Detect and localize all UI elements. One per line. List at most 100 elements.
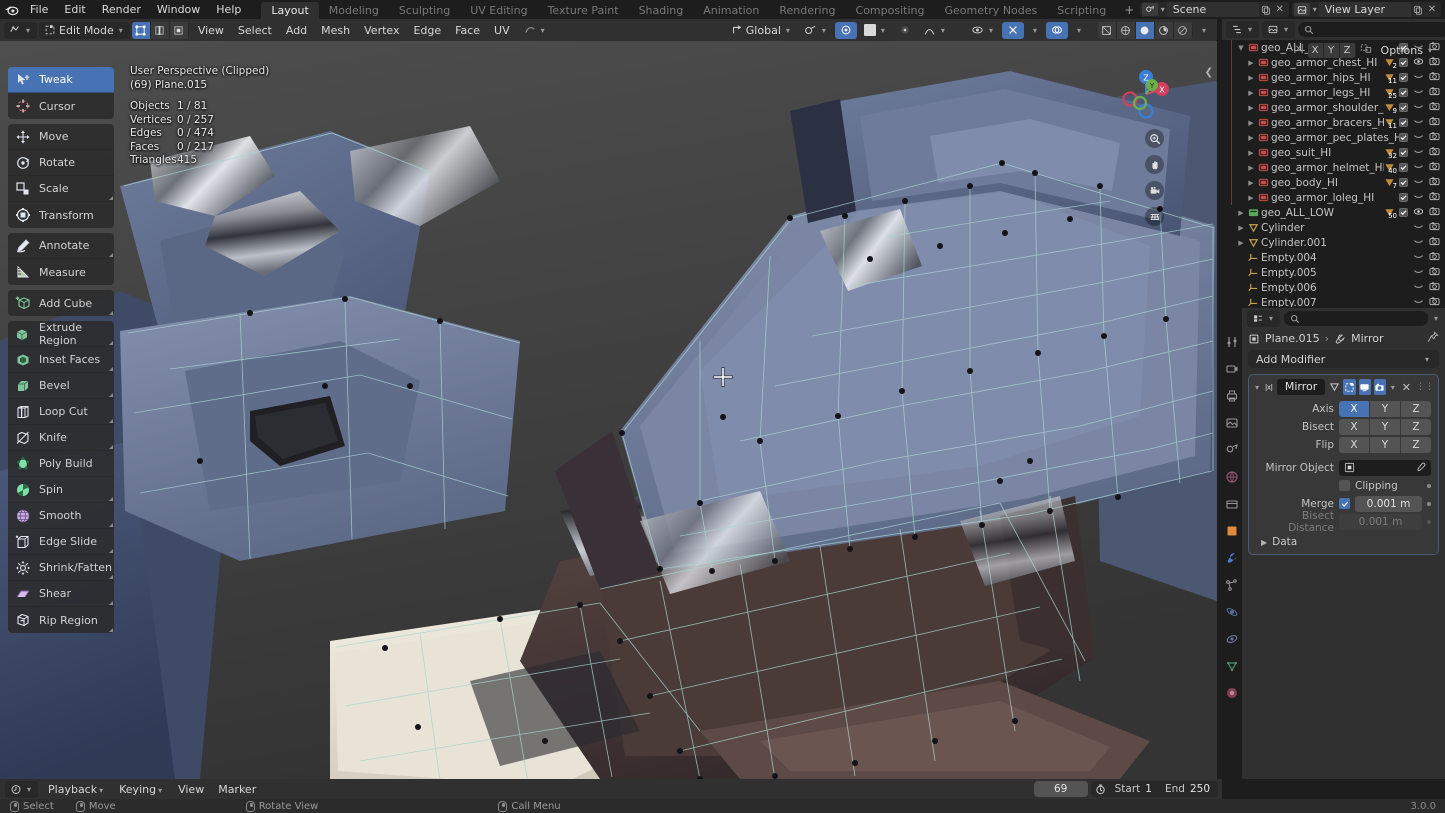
tool-transform[interactable]: Transform xyxy=(8,202,114,228)
timeline-menu-marker[interactable]: Marker xyxy=(211,781,263,798)
visibility-eye-closed-icon[interactable] xyxy=(1413,282,1424,294)
material-tab-icon[interactable] xyxy=(1224,685,1240,701)
app-menu-window[interactable]: Window xyxy=(149,0,208,19)
viewport-menu-edge[interactable]: Edge xyxy=(406,22,448,39)
current-frame-field[interactable]: 69 xyxy=(1033,781,1088,797)
outliner-row[interactable]: ▶ geo_armor_bracers_HI 11 xyxy=(1222,115,1445,130)
visibility-eye-closed-icon[interactable] xyxy=(1413,252,1424,264)
exclude-checkbox[interactable] xyxy=(1399,118,1408,127)
disclosure-right-icon[interactable]: ▶ xyxy=(1246,164,1256,172)
outliner-row[interactable]: Empty.007 xyxy=(1222,295,1445,307)
outliner-row[interactable]: Empty.005 xyxy=(1222,265,1445,280)
bisect-y-button[interactable]: Y xyxy=(1370,418,1401,435)
axis-x-button[interactable]: X xyxy=(1339,400,1370,417)
timeline-menu-playback[interactable]: Playback ▾ xyxy=(41,781,112,798)
xray-toggle[interactable] xyxy=(1001,21,1024,39)
timeline-menu-keying[interactable]: Keying ▾ xyxy=(112,781,171,798)
disclosure-right-icon[interactable]: ▶ xyxy=(1246,149,1256,157)
workspace-tab-uv-editing[interactable]: UV Editing xyxy=(460,2,537,19)
outliner-row[interactable]: ▶ Cylinder xyxy=(1222,220,1445,235)
visibility-eye-closed-icon[interactable] xyxy=(1413,222,1424,234)
flip-x-button[interactable]: X xyxy=(1339,436,1370,453)
outliner-row[interactable]: Empty.006 xyxy=(1222,280,1445,295)
render-visibility-camera-icon[interactable] xyxy=(1429,221,1440,234)
edge-select-icon[interactable] xyxy=(150,21,170,39)
app-menu-file[interactable]: File xyxy=(22,0,56,19)
visibility-eye-closed-icon[interactable] xyxy=(1413,117,1424,129)
flip-y-button[interactable]: Y xyxy=(1370,436,1401,453)
object-tab-icon[interactable] xyxy=(1224,523,1240,539)
remove-viewlayer-icon[interactable]: ✕ xyxy=(1425,3,1439,17)
tool-poly-build[interactable]: Poly Build xyxy=(8,451,114,477)
timeline-menu-view[interactable]: View xyxy=(171,781,211,798)
mirror-axis-z-button[interactable]: Z xyxy=(1339,42,1356,58)
disclosure-right-icon[interactable]: ▶ xyxy=(1246,104,1256,112)
tool-scale[interactable]: Scale xyxy=(8,176,114,202)
visibility-eye-closed-icon[interactable] xyxy=(1413,87,1424,99)
tool-move[interactable]: Move xyxy=(8,124,114,150)
material-preview-shading-icon[interactable] xyxy=(1135,21,1155,39)
axis-z-button[interactable]: Z xyxy=(1401,400,1431,417)
visibility-eye-closed-icon[interactable] xyxy=(1413,102,1424,114)
viewport-menu-vertex[interactable]: Vertex xyxy=(357,22,406,39)
delete-modifier-icon[interactable]: ✕ xyxy=(1400,381,1413,394)
mirror-axis-x-button[interactable]: X xyxy=(1307,42,1324,58)
tool-spin[interactable]: Spin xyxy=(8,477,114,503)
tool-add-cube[interactable]: Add Cube xyxy=(8,290,114,316)
proportional-connected-toggle[interactable] xyxy=(894,22,916,39)
pan-hand-icon[interactable] xyxy=(1145,155,1164,174)
render-visibility-camera-icon[interactable] xyxy=(1429,71,1440,84)
viewlayer-tab-icon[interactable] xyxy=(1224,415,1240,431)
falloff-curve-icon[interactable]: ▾ xyxy=(918,22,952,39)
clipping-animate-dot-icon[interactable] xyxy=(1427,483,1431,488)
edit-mode-display-toggle-icon[interactable] xyxy=(1343,379,1356,395)
outliner-display-mode-button[interactable]: ▾ xyxy=(1262,21,1296,38)
outliner-row[interactable]: ▶ geo_armor_loleg_HI xyxy=(1222,190,1445,205)
modifier-name-field[interactable]: Mirror xyxy=(1276,379,1326,395)
exclude-checkbox[interactable] xyxy=(1399,103,1408,112)
tool-measure[interactable]: Measure xyxy=(8,259,114,285)
face-select-icon[interactable] xyxy=(169,21,189,39)
tool-bevel[interactable]: Bevel xyxy=(8,373,114,399)
outliner-row[interactable]: ▶ geo_armor_legs_HI 25 xyxy=(1222,85,1445,100)
on-cage-toggle-icon[interactable] xyxy=(1328,379,1340,395)
props-options-caret-icon[interactable]: ▾ xyxy=(1432,314,1440,323)
add-modifier-button[interactable]: Add Modifier ▾ xyxy=(1248,350,1439,368)
viewport-menu-face[interactable]: Face xyxy=(448,22,487,39)
workspace-tab-animation[interactable]: Animation xyxy=(693,2,769,19)
bisect-z-button[interactable]: Z xyxy=(1401,418,1431,435)
tool-smooth[interactable]: Smooth xyxy=(8,503,114,529)
app-menu-render[interactable]: Render xyxy=(94,0,149,19)
tool-tab-icon[interactable] xyxy=(1224,334,1240,350)
exclude-checkbox[interactable] xyxy=(1399,178,1408,187)
workspace-tab-texture-paint[interactable]: Texture Paint xyxy=(538,2,629,19)
visibility-eye-closed-icon[interactable] xyxy=(1413,72,1424,84)
render-visibility-camera-icon[interactable] xyxy=(1429,206,1440,219)
viewport-menu-select[interactable]: Select xyxy=(231,22,279,39)
app-menu-edit[interactable]: Edit xyxy=(56,0,93,19)
modifier-tab-icon[interactable] xyxy=(1224,550,1240,566)
shading-popover-caret-icon[interactable]: ▾ xyxy=(1195,22,1213,39)
app-menu-help[interactable]: Help xyxy=(208,0,249,19)
render-visibility-camera-icon[interactable] xyxy=(1429,176,1440,189)
blender-logo-icon[interactable] xyxy=(0,0,22,19)
tool-edge-slide[interactable]: Edge Slide xyxy=(8,529,114,555)
workspace-tab-scripting[interactable]: Scripting xyxy=(1047,2,1116,19)
tool-rip-region[interactable]: Rip Region xyxy=(8,607,114,633)
overlays-toggle[interactable] xyxy=(1045,21,1068,39)
mirror-object-field[interactable] xyxy=(1339,459,1431,476)
transform-orientation-selector[interactable]: Global ▾ xyxy=(726,22,797,39)
exclude-checkbox[interactable] xyxy=(1399,58,1408,67)
disclosure-right-icon[interactable]: ▶ xyxy=(1246,74,1256,82)
tool-inset-faces[interactable]: Inset Faces xyxy=(8,347,114,373)
axis-y-button[interactable]: Y xyxy=(1370,400,1401,417)
outliner-row[interactable]: ▶ geo_suit_HI 32 xyxy=(1222,145,1445,160)
camera-icon[interactable] xyxy=(1145,181,1164,200)
scene-selector[interactable]: ▾ Scene ✕ xyxy=(1139,2,1289,17)
visibility-selector[interactable]: ▾ xyxy=(966,22,1000,39)
visibility-eye-closed-icon[interactable] xyxy=(1413,147,1424,159)
eyedropper-icon[interactable] xyxy=(1415,462,1426,473)
tool-cursor[interactable]: Cursor xyxy=(8,93,114,119)
realtime-display-toggle-icon[interactable] xyxy=(1358,379,1371,395)
clipping-checkbox[interactable] xyxy=(1339,480,1350,491)
